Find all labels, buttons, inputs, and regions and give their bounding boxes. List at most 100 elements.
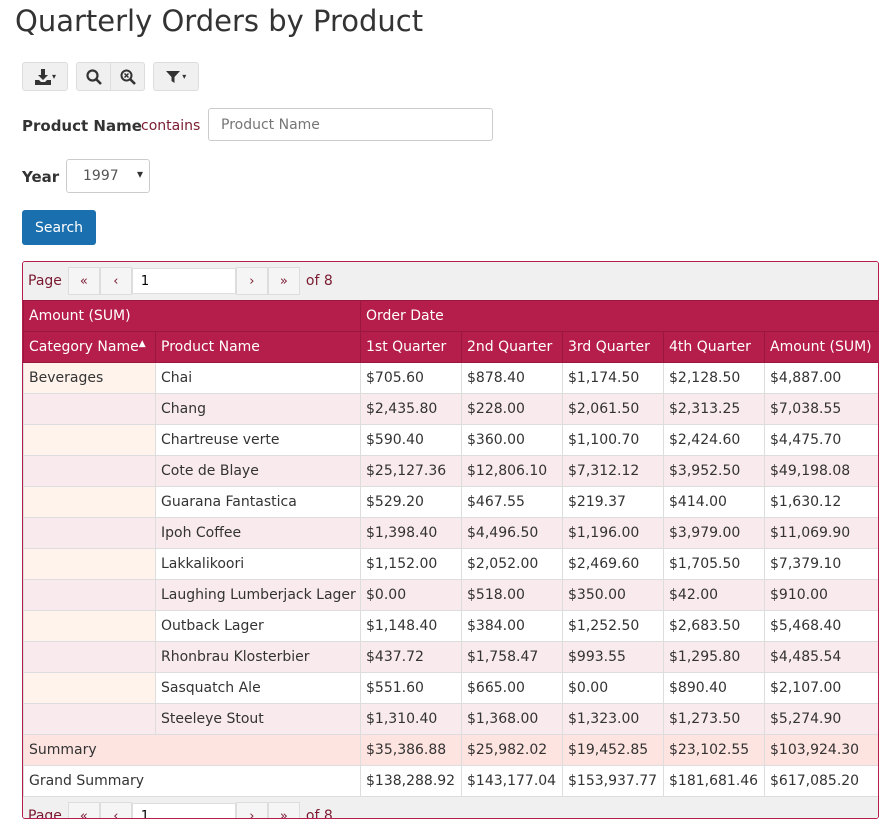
table-row: Rhonbrau Klosterbier $437.72 $1,758.47 $993… — [23, 641, 878, 673]
amount-cell: $1,148.40 — [360, 610, 463, 642]
category-cell — [23, 486, 156, 518]
first-page-button[interactable]: « — [67, 802, 100, 818]
amount-cell: $4,485.54 — [764, 641, 878, 673]
next-page-button[interactable]: › — [235, 267, 268, 295]
pivot-table: Amount (SUM) Order Date Category Name▲ Pro… — [23, 300, 878, 797]
amount-cell: $219.37 — [562, 486, 665, 518]
category-cell — [23, 703, 156, 735]
amount-cell: $49,198.08 — [764, 455, 878, 487]
grand-row: Grand Summary $138,288.92 $143,177.04 $153,… — [23, 765, 878, 797]
table-row: Sasquatch Ale $551.60 $665.00 $0.00 $890.40 $… — [23, 672, 878, 704]
amount-cell: $2,052.00 — [461, 548, 564, 580]
table-row: Chartreuse verte $590.40 $360.00 $1,100.70 $… — [23, 424, 878, 456]
amount-cell: $2,128.50 — [663, 362, 766, 394]
product-cell: Outback Lager — [154, 610, 362, 642]
amount-cell: $5,274.90 — [764, 703, 878, 735]
column-header[interactable]: 3rd Quarter — [562, 331, 665, 363]
first-page-button[interactable]: « — [67, 267, 100, 295]
filter-icon — [165, 70, 180, 83]
product-cell: Chai — [154, 362, 362, 394]
category-cell — [23, 610, 156, 642]
amount-cell: $3,952.50 — [663, 455, 766, 487]
category-cell — [23, 641, 156, 673]
search-button[interactable]: Search — [22, 210, 96, 245]
header-group-amount: Amount (SUM) — [23, 300, 362, 332]
amount-cell: $590.40 — [360, 424, 463, 456]
year-select[interactable]: 1997 — [66, 159, 150, 193]
export-button[interactable]: ▾ — [22, 62, 68, 91]
amount-cell: $2,469.60 — [562, 548, 665, 580]
column-header[interactable]: 1st Quarter — [360, 331, 463, 363]
amount-cell: $2,313.25 — [663, 393, 766, 425]
table-row: Cote de Blaye $25,127.36 $12,806.10 $7,312.… — [23, 455, 878, 487]
amount-cell: $414.00 — [663, 486, 766, 518]
amount-cell: $7,038.55 — [764, 393, 878, 425]
last-page-button[interactable]: » — [267, 802, 300, 818]
table-row: Beverages Chai $705.60 $878.40 $1,174.50 $2,1… — [23, 362, 878, 394]
table-row: Ipoh Coffee $1,398.40 $4,496.50 $1,196.00 $3… — [23, 517, 878, 549]
amount-cell: $2,435.80 — [360, 393, 463, 425]
prev-page-button[interactable]: ‹ — [99, 802, 132, 818]
table-row: Steeleye Stout $1,310.40 $1,368.00 $1,323.0… — [23, 703, 878, 735]
search-toggle-button[interactable] — [76, 62, 111, 91]
total-cell: $103,924.30 — [764, 734, 878, 766]
column-header[interactable]: Category Name▲ — [23, 331, 156, 363]
summary-label: Summary — [23, 734, 362, 766]
amount-cell: $2,683.50 — [663, 610, 766, 642]
zoom-reset-icon — [120, 69, 136, 85]
prev-page-button[interactable]: ‹ — [99, 267, 132, 295]
page-input[interactable] — [131, 803, 236, 818]
amount-cell: $2,107.00 — [764, 672, 878, 704]
total-cell: $617,085.20 — [764, 765, 878, 797]
amount-cell: $890.40 — [663, 672, 766, 704]
amount-cell: $705.60 — [360, 362, 463, 394]
product-cell: Laughing Lumberjack Lager — [154, 579, 362, 611]
summary-row: Summary $35,386.88 $25,982.02 $19,452.85 $23… — [23, 734, 878, 766]
header-group-order-date: Order Date — [360, 300, 878, 332]
amount-cell: $4,475.70 — [764, 424, 878, 456]
amount-cell: $1,705.50 — [663, 548, 766, 580]
amount-cell: $2,424.60 — [663, 424, 766, 456]
amount-cell: $1,758.47 — [461, 641, 564, 673]
total-cell: $143,177.04 — [461, 765, 564, 797]
total-cell: $25,982.02 — [461, 734, 564, 766]
category-cell — [23, 579, 156, 611]
column-header[interactable]: Product Name — [154, 331, 362, 363]
amount-cell: $1,630.12 — [764, 486, 878, 518]
amount-cell: $0.00 — [360, 579, 463, 611]
amount-cell: $1,273.50 — [663, 703, 766, 735]
filter-button[interactable]: ▾ — [153, 62, 199, 91]
amount-cell: $1,152.00 — [360, 548, 463, 580]
amount-cell: $1,368.00 — [461, 703, 564, 735]
amount-cell: $228.00 — [461, 393, 564, 425]
product-cell: Rhonbrau Klosterbier — [154, 641, 362, 673]
product-name-label: Product Name — [22, 117, 142, 135]
column-header[interactable]: 2nd Quarter — [461, 331, 564, 363]
column-header[interactable]: 4th Quarter — [663, 331, 766, 363]
download-icon — [34, 68, 51, 85]
year-label: Year — [22, 168, 60, 186]
column-header[interactable]: Amount (SUM) — [764, 331, 878, 363]
amount-cell: $4,496.50 — [461, 517, 564, 549]
product-cell: Cote de Blaye — [154, 455, 362, 487]
amount-cell: $467.55 — [461, 486, 564, 518]
amount-cell: $360.00 — [461, 424, 564, 456]
amount-cell: $5,468.40 — [764, 610, 878, 642]
table-row: Laughing Lumberjack Lager $0.00 $518.00 $35… — [23, 579, 878, 611]
amount-cell: $993.55 — [562, 641, 665, 673]
product-name-input[interactable] — [208, 108, 493, 141]
pivot-grid: Page «‹ ›» of 8 Amount (SUM)Order Date C… — [22, 261, 879, 819]
amount-cell: $25,127.36 — [360, 455, 463, 487]
amount-cell: $437.72 — [360, 641, 463, 673]
next-page-button[interactable]: › — [235, 802, 268, 818]
amount-cell: $350.00 — [562, 579, 665, 611]
reset-search-button[interactable] — [111, 62, 145, 91]
category-cell — [23, 424, 156, 456]
amount-cell: $1,323.00 — [562, 703, 665, 735]
last-page-button[interactable]: » — [267, 267, 300, 295]
product-cell: Sasquatch Ale — [154, 672, 362, 704]
pager-top: Page «‹ ›» of 8 — [23, 262, 878, 300]
category-cell — [23, 517, 156, 549]
page-count: of 8 — [305, 808, 333, 819]
page-input[interactable] — [131, 268, 236, 294]
